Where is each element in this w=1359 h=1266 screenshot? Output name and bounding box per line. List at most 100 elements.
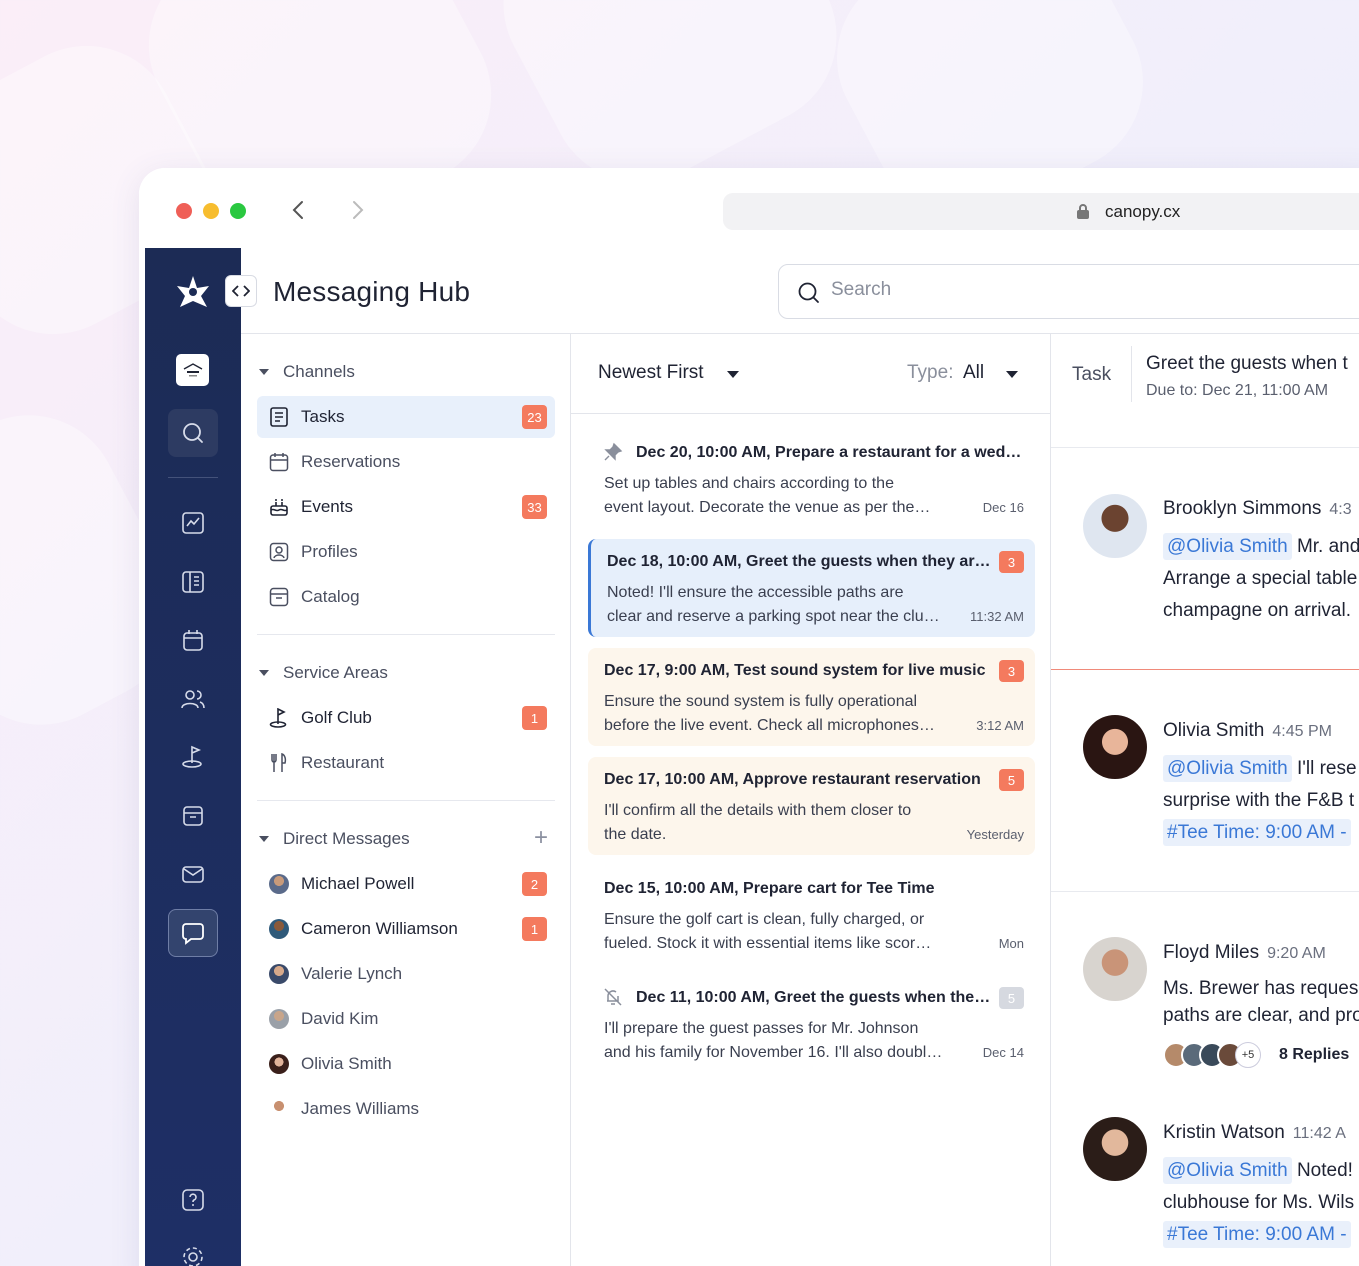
caret-down-icon[interactable] xyxy=(1006,371,1018,378)
thread-message: Brooklyn Simmons 4:3 @Olivia Smith Mr. an… xyxy=(1051,448,1359,670)
channel-item-events[interactable]: Events 33 xyxy=(257,486,555,528)
task-time: 11:32 AM xyxy=(970,609,1024,624)
rail-golf-button[interactable] xyxy=(168,733,218,781)
dm-item-michael-powell[interactable]: Michael Powell 2 xyxy=(257,863,555,905)
channel-item-catalog[interactable]: Catalog xyxy=(257,576,555,618)
list-toolbar: Newest First Type: All xyxy=(571,334,1050,414)
preview-line: event layout. Decorate the venue as per … xyxy=(604,499,931,516)
channel-label: Reservations xyxy=(301,452,401,471)
hashtag-tag[interactable]: #Tee Time: 9:00 AM - xyxy=(1163,1221,1351,1248)
reply-count[interactable]: 8 Replies xyxy=(1279,1046,1349,1064)
service-item-restaurant[interactable]: Restaurant xyxy=(257,742,555,784)
search-box[interactable] xyxy=(778,264,1359,319)
hashtag-tag[interactable]: #Tee Time: 9:00 AM - xyxy=(1163,819,1351,846)
task-card[interactable]: Dec 15, 10:00 AM, Prepare cart for Tee T… xyxy=(588,866,1035,964)
hotel-logo-icon[interactable] xyxy=(176,354,209,386)
task-preview: I'll prepare the guest passes for Mr. Jo… xyxy=(604,1017,949,1065)
golf-icon xyxy=(269,708,289,728)
channels-heading[interactable]: Channels xyxy=(259,362,355,382)
mention-tag[interactable]: @Olivia Smith xyxy=(1163,755,1292,782)
message-line: @Olivia Smith Noted! xyxy=(1163,1157,1353,1184)
channel-item-reservations[interactable]: Reservations xyxy=(257,441,555,483)
preview-line: the date. xyxy=(604,826,667,843)
channel-item-profiles[interactable]: Profiles xyxy=(257,531,555,573)
message-line: @Olivia Smith Mr. and xyxy=(1163,533,1359,560)
thread-message: Olivia Smith 4:45 PM @Olivia Smith I'll r… xyxy=(1051,670,1359,892)
preview-line: and his family for November 16. I'll als… xyxy=(604,1044,943,1061)
thread-replies[interactable]: +5 8 Replies xyxy=(1163,1042,1349,1068)
rail-guests-button[interactable] xyxy=(168,675,218,723)
task-card[interactable]: Dec 11, 10:00 AM, Greet the guests when … xyxy=(588,975,1035,1073)
mention-tag[interactable]: @Olivia Smith xyxy=(1163,533,1292,560)
sender-name-text: Olivia Smith xyxy=(1163,720,1265,741)
type-filter-dropdown[interactable]: All xyxy=(963,362,984,384)
rail-settings-button[interactable] xyxy=(168,1233,218,1266)
maximize-window-button[interactable] xyxy=(230,203,246,219)
users-icon xyxy=(181,690,205,709)
sender-name: Kristin Watson 11:42 A xyxy=(1163,1122,1346,1144)
dm-item-valerie-lynch[interactable]: Valerie Lynch xyxy=(257,953,555,995)
channel-label: Profiles xyxy=(301,542,358,561)
dm-item-olivia-smith[interactable]: Olivia Smith xyxy=(257,1043,555,1085)
task-card[interactable]: Dec 18, 10:00 AM, Greet the guests when … xyxy=(588,539,1035,637)
preview-line: I'll confirm all the details with them c… xyxy=(604,802,912,819)
message-line: #Tee Time: 9:00 AM - xyxy=(1163,1221,1351,1248)
preview-line: Noted! I'll ensure the accessible paths … xyxy=(607,584,904,601)
page-title: Messaging Hub xyxy=(273,276,471,307)
cake-icon xyxy=(269,497,289,517)
message-time: 9:20 AM xyxy=(1267,945,1326,962)
message-line: #Tee Time: 9:00 AM - xyxy=(1163,819,1351,846)
browser-chrome: canopy.cx xyxy=(139,168,1359,248)
task-title: Dec 17, 10:00 AM, Approve restaurant res… xyxy=(604,771,981,788)
mention-tag[interactable]: @Olivia Smith xyxy=(1163,1157,1292,1184)
rail-analytics-button[interactable] xyxy=(168,499,218,547)
rail-divider xyxy=(168,477,218,478)
close-window-button[interactable] xyxy=(176,203,192,219)
chart-line-icon xyxy=(182,512,204,534)
sender-name: Olivia Smith 4:45 PM xyxy=(1163,720,1332,742)
task-card[interactable]: Dec 20, 10:00 AM, Prepare a restaurant f… xyxy=(588,430,1035,528)
unread-badge: 3 xyxy=(999,660,1024,682)
task-preview: I'll confirm all the details with them c… xyxy=(604,799,949,847)
message-line: paths are clear, and pro xyxy=(1163,1005,1359,1026)
service-areas-heading[interactable]: Service Areas xyxy=(259,663,388,683)
address-bar[interactable]: canopy.cx xyxy=(723,193,1359,230)
clipboard-icon xyxy=(269,407,289,427)
channel-label: Catalog xyxy=(301,587,360,606)
rail-help-button[interactable] xyxy=(168,1176,218,1224)
rail-archive-button[interactable] xyxy=(168,792,218,840)
calendar-check-icon xyxy=(269,452,289,472)
minimize-window-button[interactable] xyxy=(203,203,219,219)
utensils-icon xyxy=(269,753,289,773)
back-arrow-icon[interactable] xyxy=(287,198,311,222)
dm-item-david-kim[interactable]: David Kim xyxy=(257,998,555,1040)
rail-messages-button[interactable] xyxy=(168,909,218,957)
task-card[interactable]: Dec 17, 10:00 AM, Approve restaurant res… xyxy=(588,757,1035,855)
add-direct-message-button[interactable]: + xyxy=(534,826,548,850)
preview-line: Ensure the sound system is fully operati… xyxy=(604,693,918,710)
chat-icon xyxy=(182,923,204,945)
caret-down-icon[interactable] xyxy=(727,371,739,378)
thread-message: Floyd Miles 9:20 AM Ms. Brewer has reques… xyxy=(1051,892,1359,1072)
channel-label: Events xyxy=(301,497,353,516)
service-item-golf-club[interactable]: Golf Club 1 xyxy=(257,697,555,739)
message-text: I'll rese xyxy=(1296,758,1357,779)
rail-search-button[interactable] xyxy=(168,409,218,457)
toggle-sidebar-button[interactable] xyxy=(225,275,257,307)
task-card[interactable]: Dec 17, 9:00 AM, Test sound system for l… xyxy=(588,648,1035,746)
canopy-logo-icon[interactable] xyxy=(175,274,211,310)
browser-window: canopy.cx Messaging Hub Search Channels … xyxy=(139,168,1359,1266)
sort-dropdown[interactable]: Newest First xyxy=(598,362,704,384)
search-input[interactable] xyxy=(831,279,1231,301)
rail-calendar-button[interactable] xyxy=(168,616,218,664)
dm-item-james-williams[interactable]: James Williams xyxy=(257,1088,555,1130)
forward-arrow-icon[interactable] xyxy=(345,198,369,222)
lock-icon xyxy=(1077,204,1089,219)
rail-menu-button[interactable] xyxy=(168,558,218,606)
channel-item-tasks[interactable]: Tasks 23 xyxy=(257,396,555,438)
rail-mail-button[interactable] xyxy=(168,850,218,898)
dm-item-cameron-williamson[interactable]: Cameron Williamson 1 xyxy=(257,908,555,950)
direct-messages-heading[interactable]: Direct Messages xyxy=(259,829,410,849)
task-preview: Set up tables and chairs according to th… xyxy=(604,472,949,520)
sender-name: Floyd Miles 9:20 AM xyxy=(1163,942,1326,964)
